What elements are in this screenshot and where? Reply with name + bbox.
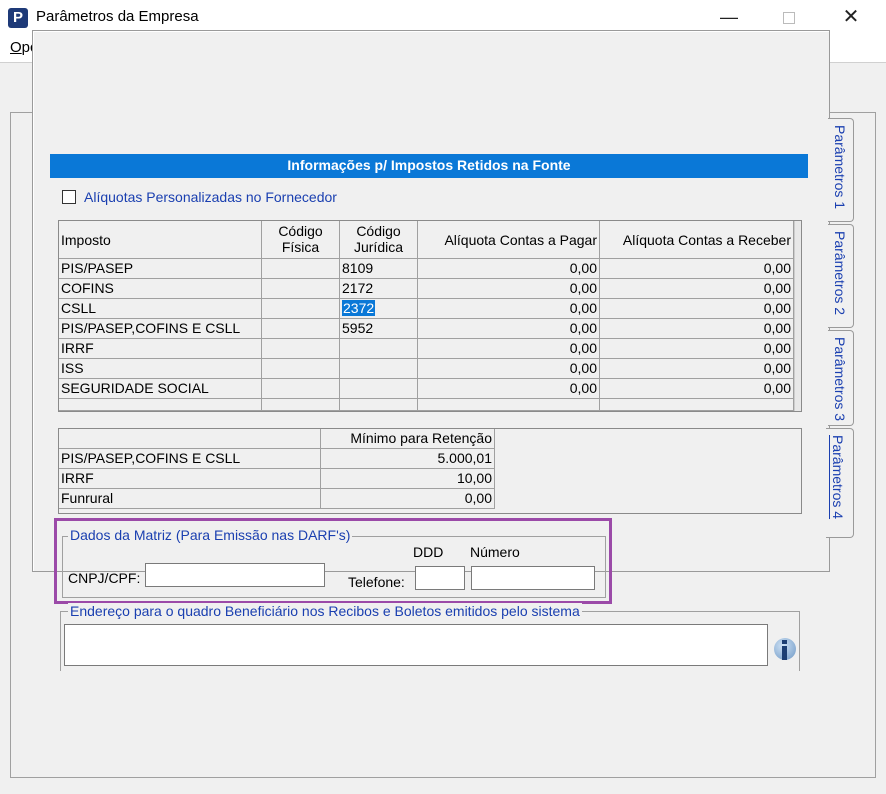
ddd-label: DDD xyxy=(413,544,444,560)
table-cell-label: Funrural xyxy=(59,489,321,509)
header-minimo-retencao: Mínimo para Retenção xyxy=(321,429,495,449)
table-cell-pagar[interactable]: 0,00 xyxy=(418,339,600,359)
table-cell-empty xyxy=(600,399,794,411)
table-cell-empty xyxy=(59,399,262,411)
header-aliquota-pagar: Alíquota Contas a Pagar xyxy=(418,221,600,259)
table-cell-juridica[interactable] xyxy=(340,359,418,379)
tab-parametros-3[interactable]: Parâmetros 3 xyxy=(828,330,854,426)
address-legend: Endereço para o quadro Beneficiário nos … xyxy=(68,603,582,619)
table-cell-pagar[interactable]: 0,00 xyxy=(418,359,600,379)
table-cell-fisica[interactable] xyxy=(262,339,340,359)
table-cell-value[interactable]: 0,00 xyxy=(321,489,495,509)
table-cell-empty xyxy=(340,399,418,411)
table-cell-label: IRRF xyxy=(59,469,321,489)
header-codigo-fisica: Código Física xyxy=(262,221,340,259)
taxes-grid[interactable]: Imposto Código Física Código Jurídica Alíq… xyxy=(58,220,802,412)
table-cell-pagar[interactable]: 0,00 xyxy=(418,279,600,299)
table-cell-juridica[interactable]: 2172 xyxy=(340,279,418,299)
tab-parametros-4[interactable]: Parâmetros 4 xyxy=(826,428,854,538)
header-aliquota-receber: Alíquota Contas a Receber xyxy=(600,221,794,259)
table-cell-receber[interactable]: 0,00 xyxy=(600,259,794,279)
telefone-label: Telefone: xyxy=(348,574,405,590)
close-button[interactable]: ✕ xyxy=(828,0,874,34)
minimize-button[interactable]: — xyxy=(706,0,752,34)
table-cell-fisica[interactable] xyxy=(262,259,340,279)
table-cell-receber[interactable]: 0,00 xyxy=(600,319,794,339)
selected-text: 2372 xyxy=(342,300,376,316)
ddd-input[interactable] xyxy=(415,566,465,590)
table-cell-pagar[interactable]: 0,00 xyxy=(418,259,600,279)
table-cell-imposto: COFINS xyxy=(59,279,262,299)
table-cell-fisica[interactable] xyxy=(262,279,340,299)
table-cell-juridica[interactable] xyxy=(340,379,418,399)
cnpj-label: CNPJ/CPF: xyxy=(68,570,141,586)
header-imposto: Imposto xyxy=(59,221,262,259)
table-cell-receber[interactable]: 0,00 xyxy=(600,299,794,319)
table-cell-receber[interactable]: 0,00 xyxy=(600,279,794,299)
table-cell-imposto: CSLL xyxy=(59,299,262,319)
table-cell-receber[interactable]: 0,00 xyxy=(600,379,794,399)
tab-parametros-1[interactable]: Parâmetros 1 xyxy=(828,118,854,222)
custom-rates-label: Alíquotas Personalizadas no Fornecedor xyxy=(84,189,337,205)
app-icon: P xyxy=(8,8,28,28)
table-cell-pagar[interactable]: 0,00 xyxy=(418,319,600,339)
table-cell-pagar[interactable]: 0,00 xyxy=(418,379,600,399)
table-cell-receber[interactable]: 0,00 xyxy=(600,359,794,379)
header-codigo-juridica: Código Jurídica xyxy=(340,221,418,259)
table-cell-label: PIS/PASEP,COFINS E CSLL xyxy=(59,449,321,469)
title-bar: P Parâmetros da Empresa — ✕ xyxy=(0,0,886,34)
numero-input[interactable] xyxy=(471,566,595,590)
table-cell-juridica[interactable]: 5952 xyxy=(340,319,418,339)
table-cell-fisica[interactable] xyxy=(262,319,340,339)
table-cell-juridica-selected[interactable]: 2372 xyxy=(340,299,418,319)
maximize-button[interactable] xyxy=(766,0,812,34)
tab-parametros-2[interactable]: Parâmetros 2 xyxy=(828,224,854,328)
table-cell-value[interactable]: 5.000,01 xyxy=(321,449,495,469)
cnpj-input[interactable] xyxy=(145,563,325,587)
table-cell-imposto: IRRF xyxy=(59,339,262,359)
info-icon[interactable] xyxy=(772,636,796,666)
numero-label: Número xyxy=(470,544,520,560)
window-title: Parâmetros da Empresa xyxy=(36,8,199,25)
table-cell-receber[interactable]: 0,00 xyxy=(600,339,794,359)
table-cell-empty xyxy=(418,399,600,411)
table-cell-juridica[interactable] xyxy=(340,339,418,359)
section-header: Informações p/ Impostos Retidos na Fonte xyxy=(50,154,808,178)
table-cell-imposto: PIS/PASEP,COFINS E CSLL xyxy=(59,319,262,339)
table-cell-imposto: SEGURIDADE SOCIAL xyxy=(59,379,262,399)
table-cell-imposto: ISS xyxy=(59,359,262,379)
table-cell-empty xyxy=(262,399,340,411)
table-cell-fisica[interactable] xyxy=(262,379,340,399)
table-cell-pagar[interactable]: 0,00 xyxy=(418,299,600,319)
matrix-legend: Dados da Matriz (Para Emissão nas DARF's… xyxy=(68,527,353,543)
table-cell-fisica[interactable] xyxy=(262,359,340,379)
table-cell-imposto: PIS/PASEP xyxy=(59,259,262,279)
table-cell-value[interactable]: 10,00 xyxy=(321,469,495,489)
maximize-icon xyxy=(783,12,795,25)
table-cell-fisica[interactable] xyxy=(262,299,340,319)
address-input[interactable] xyxy=(64,624,768,666)
minimum-retention-grid[interactable]: Mínimo para Retenção PIS/PASEP,COFINS E … xyxy=(58,428,802,514)
header-empty xyxy=(59,429,321,449)
taxes-grid-scrollbar[interactable] xyxy=(794,221,801,411)
table-cell-juridica[interactable]: 8109 xyxy=(340,259,418,279)
custom-rates-checkbox[interactable] xyxy=(62,190,76,204)
